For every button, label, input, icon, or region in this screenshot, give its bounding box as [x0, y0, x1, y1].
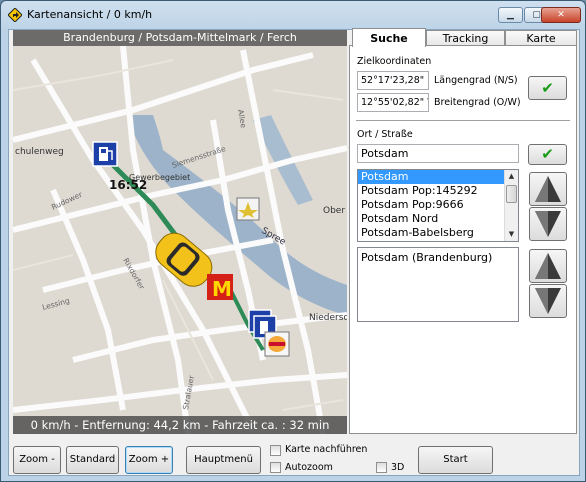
burger-king-icon[interactable]	[264, 331, 290, 357]
star-poi-icon[interactable]	[236, 197, 260, 221]
close-button[interactable]: ✕	[541, 7, 581, 23]
street-label-niedersc: Niedersc	[309, 313, 347, 323]
longitude-label: Breitengrad (O/W)	[434, 97, 521, 108]
arrow-down-icon	[535, 288, 561, 314]
detail-down-button[interactable]	[529, 284, 567, 318]
zoom-out-button[interactable]: Zoom -	[13, 446, 61, 474]
autozoom-checkbox[interactable]	[270, 462, 281, 473]
coords-label: Zielkoordinaten	[357, 56, 432, 67]
follow-map-label: Karte nachführen	[285, 444, 368, 455]
3d-label: 3D	[391, 462, 405, 473]
arrow-down-icon	[535, 211, 561, 237]
arrow-up-icon	[535, 176, 561, 202]
check-icon: ✔	[541, 145, 554, 163]
map-canvas: chulenweg Gewerbegebiet Spree Ober Niede…	[13, 30, 347, 434]
scroll-down-icon[interactable]: ▼	[505, 228, 518, 241]
coords-ok-button[interactable]: ✔	[528, 76, 567, 100]
results-scrollbar[interactable]: ▲ ▼	[504, 170, 518, 241]
close-icon: ✕	[557, 10, 565, 20]
fuel-station-icon[interactable]	[92, 141, 118, 167]
client-area: chulenweg Gewerbegebiet Spree Ober Niede…	[8, 28, 580, 476]
window-title: Kartenansicht / 0 km/h	[27, 8, 153, 21]
search-panel: Zielkoordinaten 52°17'23,28" N Längengra…	[349, 45, 577, 434]
list-item[interactable]: Potsdam-Babelsberg	[358, 226, 518, 240]
list-item[interactable]: Potsdam	[358, 170, 518, 184]
latitude-field[interactable]: 52°17'23,28" N	[357, 71, 429, 90]
detail-list[interactable]: Potsdam (Brandenburg)	[357, 247, 519, 322]
list-item[interactable]: Potsdam Pop:145292	[358, 184, 518, 198]
results-list[interactable]: Potsdam Potsdam Pop:145292 Potsdam Pop:9…	[357, 169, 519, 242]
standard-button[interactable]: Standard	[66, 446, 119, 474]
map-location-header: Brandenburg / Potsdam-Mittelmark / Ferch	[13, 30, 347, 46]
list-item[interactable]: Potsdam Nord	[358, 212, 518, 226]
check-icon: ✔	[541, 79, 554, 97]
arrow-up-icon	[535, 253, 561, 279]
scroll-thumb[interactable]	[506, 185, 517, 203]
mcdonalds-icon[interactable]: M	[207, 274, 233, 301]
svg-text:M: M	[212, 277, 232, 301]
title-bar[interactable]: Kartenansicht / 0 km/h ▁ ▢ ✕	[1, 1, 585, 29]
separator	[356, 120, 570, 121]
zoom-in-button[interactable]: Zoom +	[125, 446, 173, 474]
navigation-diamond-icon	[8, 8, 22, 22]
place-label: Ort / Straße	[357, 129, 413, 140]
main-menu-button[interactable]: Hauptmenü	[186, 446, 261, 474]
autozoom-label: Autozoom	[285, 462, 333, 473]
map-status-footer: 0 km/h - Entfernung: 44,2 km - Fahrzeit …	[13, 416, 347, 434]
3d-checkbox[interactable]	[376, 462, 387, 473]
map-view[interactable]: chulenweg Gewerbegebiet Spree Ober Niede…	[13, 30, 347, 434]
arrival-time-label: 16:52	[109, 178, 148, 192]
app-window: Kartenansicht / 0 km/h ▁ ▢ ✕ chulenweg G…	[0, 0, 586, 482]
street-label-chulenweg: chulenweg	[15, 147, 64, 157]
results-down-button[interactable]	[529, 207, 567, 241]
list-item[interactable]: Potsdam Pop:9666	[358, 198, 518, 212]
scroll-up-icon[interactable]: ▲	[505, 170, 518, 183]
list-item[interactable]: Potsdam (Brandenburg)	[358, 251, 518, 265]
minimize-icon: ▁	[507, 10, 514, 20]
follow-map-checkbox[interactable]	[270, 445, 281, 456]
place-input[interactable]: Potsdam	[357, 144, 519, 163]
street-label-ober: Ober	[323, 206, 345, 216]
maximize-icon: ▢	[532, 10, 541, 20]
latitude-label: Längengrad (N/S)	[434, 75, 518, 86]
tab-suche[interactable]: Suche	[352, 28, 426, 47]
detail-up-button[interactable]	[529, 249, 567, 283]
place-ok-button[interactable]: ✔	[528, 144, 567, 165]
longitude-field[interactable]: 12°55'02,82" W	[357, 93, 429, 112]
minimize-button[interactable]: ▁	[498, 7, 523, 23]
results-up-button[interactable]	[529, 172, 567, 206]
start-button[interactable]: Start	[418, 446, 493, 474]
